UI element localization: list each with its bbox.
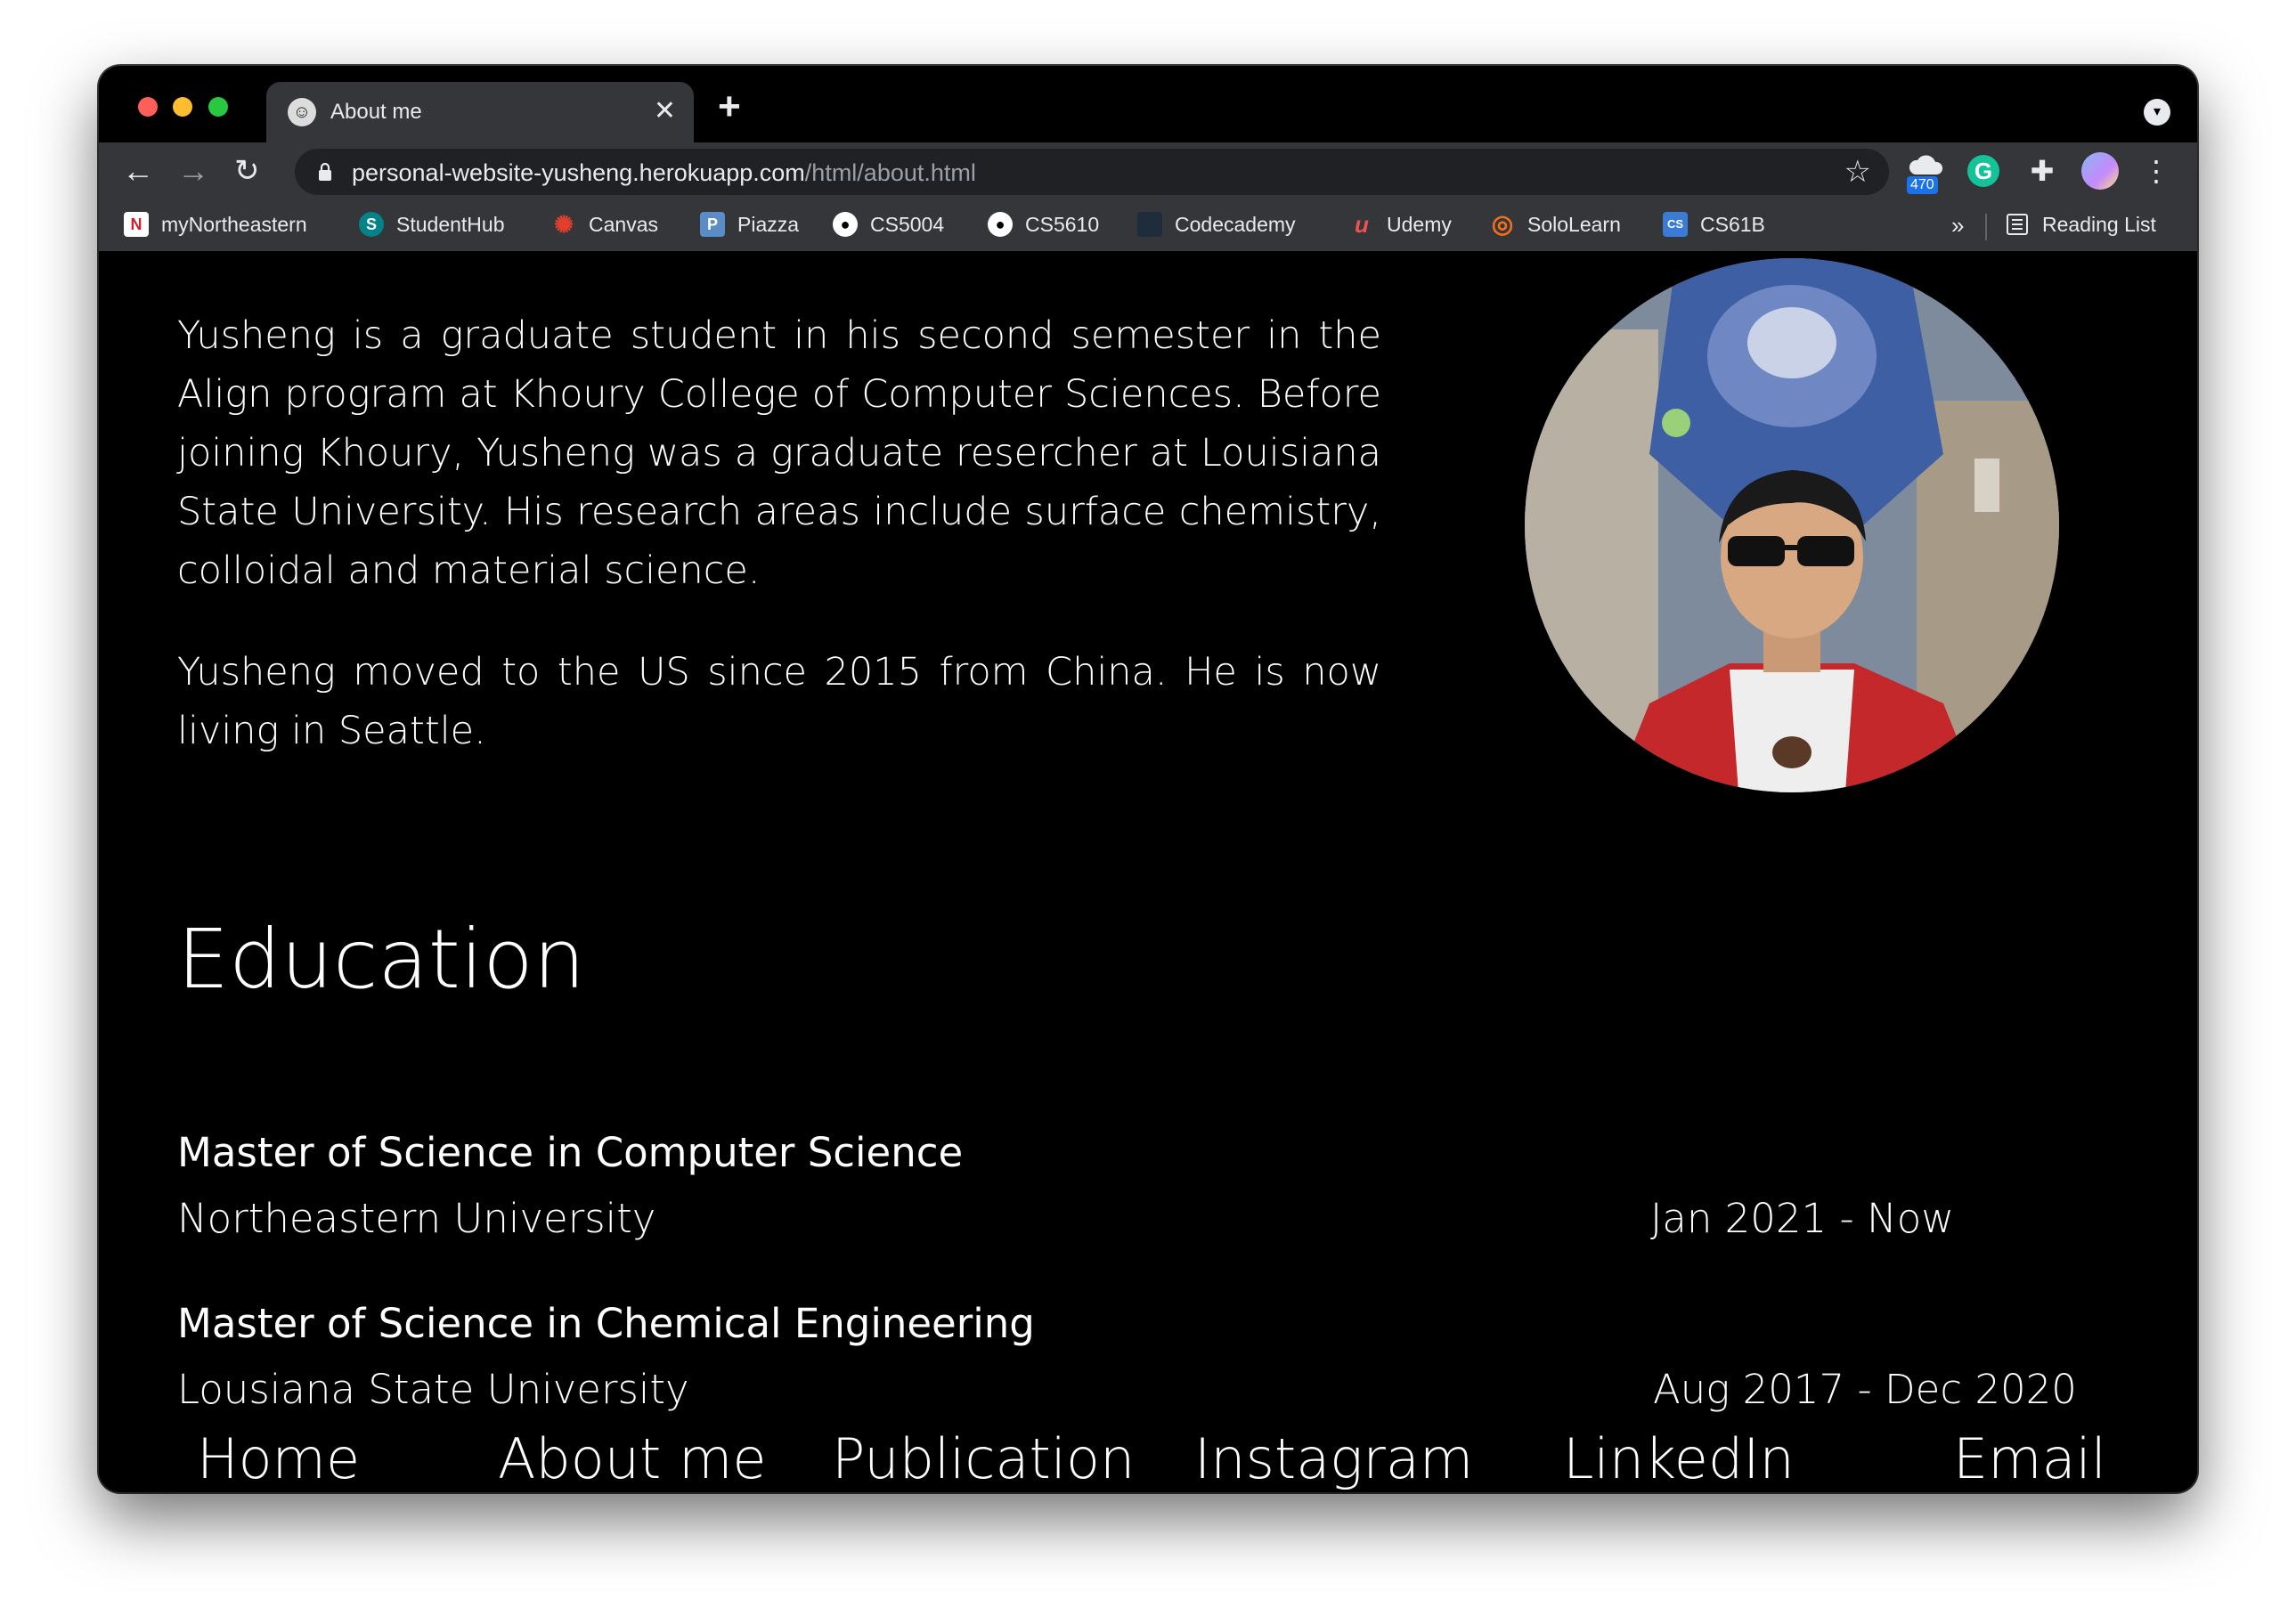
bookmark-codecademy[interactable]: Codecademy	[1137, 212, 1296, 237]
url-text: personal-website-yusheng.herokuapp.com/h…	[352, 159, 976, 187]
sharepoint-icon: S	[359, 212, 384, 237]
school-name: Lousiana State University	[177, 1366, 689, 1413]
northeastern-icon: N	[124, 212, 149, 237]
close-tab-icon[interactable]: ✕	[654, 95, 676, 127]
bio-paragraph: Yusheng is a graduate student in his sec…	[177, 313, 1381, 593]
education-dates: Jan 2021 - Now	[1650, 1195, 1955, 1242]
canvas-icon: ✺	[554, 211, 574, 238]
tab-about-me[interactable]: ☺ About me ✕	[266, 82, 694, 142]
nav-link-email[interactable]: Email	[1953, 1426, 2106, 1491]
forward-button[interactable]: →	[177, 151, 209, 191]
extensions-puzzle-icon[interactable]: ✚	[2023, 151, 2062, 191]
tab-strip: ☺ About me ✕ + ▾	[99, 66, 2197, 142]
bio-section: Yusheng is a graduate student in his sec…	[177, 306, 1381, 803]
address-bar[interactable]: personal-website-yusheng.herokuapp.com/h…	[295, 149, 1889, 195]
piazza-icon: P	[700, 212, 725, 237]
bookmark-cs5610[interactable]: ● CS5610	[988, 212, 1099, 237]
bookmark-label: StudentHub	[396, 212, 505, 236]
cloud-upload-icon	[1909, 155, 1943, 175]
codecademy-icon	[1137, 212, 1162, 237]
school-name: Northeastern University	[177, 1195, 656, 1242]
url-host: personal-website-yusheng.herokuapp.com	[352, 159, 805, 186]
bookmark-label: SoloLearn	[1527, 212, 1621, 236]
new-tab-button[interactable]: +	[718, 87, 741, 126]
bookmark-mynortheastern[interactable]: N myNortheastern	[124, 212, 307, 237]
bookmark-piazza[interactable]: P Piazza	[700, 212, 799, 237]
reading-list-icon	[2007, 214, 2028, 235]
nav-link-about-me[interactable]: About me	[498, 1426, 767, 1491]
browser-toolbar: ← → ↻ personal-website-yusheng.herokuapp…	[99, 142, 2197, 201]
bookmark-label: Piazza	[737, 212, 800, 236]
bio-paragraph: Yusheng moved to the US since 2015 from …	[177, 650, 1381, 753]
profile-photo	[1525, 258, 2059, 792]
profile-avatar[interactable]	[2081, 152, 2119, 190]
bookmarks-divider	[1985, 214, 1987, 240]
nav-link-instagram[interactable]: Instagram	[1194, 1426, 1473, 1491]
udemy-icon: u	[1355, 211, 1369, 238]
degree-title: Master of Science in Computer Science	[177, 1129, 964, 1176]
site-favicon-icon: ☺	[288, 98, 316, 126]
sololearn-icon: ◎	[1491, 210, 1514, 238]
github-icon: ●	[833, 212, 858, 237]
education-heading: Education	[177, 912, 586, 1007]
extension-badge: 470	[1907, 176, 1938, 194]
bookmark-label: Udemy	[1387, 212, 1452, 236]
reading-list-button[interactable]: Reading List	[2005, 212, 2156, 237]
bookmark-label: Codecademy	[1175, 212, 1296, 236]
reading-list-label: Reading List	[2042, 212, 2156, 236]
bookmark-label: CS5004	[870, 212, 945, 236]
bookmark-sololearn[interactable]: ◎ SoloLearn	[1490, 212, 1621, 237]
cs61b-icon: CS	[1663, 212, 1688, 237]
page-content: Yusheng is a graduate student in his sec…	[99, 251, 2197, 1492]
close-window-button[interactable]	[138, 97, 158, 117]
bookmark-studenthub[interactable]: S StudentHub	[359, 212, 504, 237]
extension-cloud-icon[interactable]: 470	[1907, 151, 1946, 194]
nav-link-publication[interactable]: Publication	[832, 1426, 1135, 1491]
minimize-window-button[interactable]	[173, 97, 192, 117]
more-bookmarks-button[interactable]: »	[1951, 212, 1964, 240]
maximize-window-button[interactable]	[208, 97, 228, 117]
bookmark-star-icon[interactable]: ☆	[1844, 154, 1871, 190]
bookmark-cs5004[interactable]: ● CS5004	[833, 212, 944, 237]
grammarly-icon[interactable]: G	[1967, 155, 1999, 187]
bookmark-label: CS5610	[1025, 212, 1100, 236]
back-button[interactable]: ←	[122, 151, 154, 191]
bookmark-label: Canvas	[589, 212, 658, 236]
tab-title: About me	[330, 100, 422, 124]
github-icon: ●	[988, 212, 1013, 237]
education-dates: Aug 2017 - Dec 2020	[1653, 1366, 2077, 1413]
bookmark-label: myNortheastern	[161, 212, 307, 236]
bookmarks-bar: N myNortheastern S StudentHub ✺ Canvas P…	[99, 201, 2197, 252]
bookmark-cs61b[interactable]: CS CS61B	[1663, 212, 1765, 237]
nav-link-linkedin[interactable]: LinkedIn	[1563, 1426, 1795, 1491]
tab-search-icon[interactable]: ▾	[2144, 99, 2170, 126]
browser-window: ☺ About me ✕ + ▾ ← → ↻ personal-website-…	[99, 66, 2197, 1492]
nav-link-home[interactable]: Home	[197, 1426, 360, 1491]
bookmark-label: CS61B	[1700, 212, 1765, 236]
bookmark-udemy[interactable]: u Udemy	[1349, 212, 1452, 237]
degree-title: Master of Science in Chemical Engineerin…	[177, 1300, 1035, 1347]
url-path: /html/about.html	[804, 159, 976, 186]
browser-menu-icon[interactable]: ⋮	[2142, 153, 2170, 189]
reload-button[interactable]: ↻	[234, 151, 260, 191]
portrait-illustration	[1525, 258, 2059, 792]
bookmark-canvas[interactable]: ✺ Canvas	[551, 212, 658, 237]
lock-icon	[319, 162, 331, 181]
